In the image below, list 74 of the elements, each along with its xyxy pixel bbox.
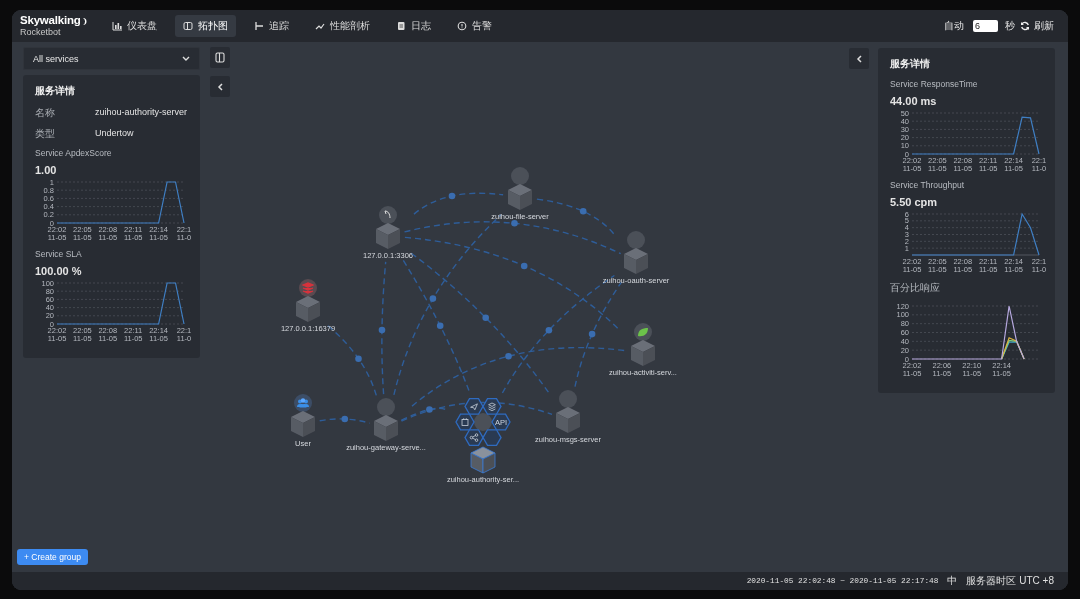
leaf-icon xyxy=(634,323,652,341)
collapse-button[interactable] xyxy=(849,48,869,69)
nav-tab[interactable]: 性能剖析 xyxy=(307,15,378,37)
language-toggle[interactable]: 中 xyxy=(947,574,958,588)
cube-icon[interactable] xyxy=(631,340,655,366)
bar-chart-icon xyxy=(112,21,122,31)
link-line[interactable] xyxy=(319,415,371,424)
refresh-icon xyxy=(1020,21,1030,31)
nav-tab[interactable]: 告警 xyxy=(449,15,500,37)
logo-subtitle: Rocketbot xyxy=(20,27,62,37)
metric-title: Service ApdexScore xyxy=(35,148,113,158)
cube-icon[interactable] xyxy=(624,248,648,274)
cube-icon[interactable] xyxy=(556,407,580,433)
field-label: 类型 xyxy=(35,127,56,140)
alert-icon xyxy=(457,21,467,31)
hexagon-button[interactable] xyxy=(482,397,502,415)
panel-icon xyxy=(215,52,225,63)
cube-icon[interactable] xyxy=(296,296,320,322)
field-value: Undertow xyxy=(95,127,135,140)
circle-icon xyxy=(627,231,645,249)
field-value: zuihou-authority-server xyxy=(95,106,189,119)
toggle-view-button[interactable] xyxy=(210,47,230,68)
branch-icon xyxy=(254,21,264,31)
metric-title: Service Throughput xyxy=(890,180,966,190)
refresh-button[interactable]: 刷新 xyxy=(1020,19,1054,33)
panel-icon xyxy=(183,21,193,31)
metric-value: 1.00 xyxy=(35,164,58,176)
circle-icon xyxy=(559,390,577,408)
select-value: All services xyxy=(33,53,79,64)
circle-icon xyxy=(511,167,529,185)
chevron-left-icon xyxy=(217,82,223,91)
nav-tab[interactable]: 拓扑图 xyxy=(175,15,236,37)
auto-label: 自动 xyxy=(944,19,964,33)
panel-title: 服务详情 xyxy=(35,84,76,98)
link-line[interactable] xyxy=(413,192,504,215)
interval-field[interactable]: 6 xyxy=(973,20,998,32)
metric-title: 百分比响应 xyxy=(890,281,941,295)
hexagon-button[interactable] xyxy=(464,397,484,415)
metric-value: 44.00 ms xyxy=(890,95,938,107)
line-chart-icon xyxy=(315,21,325,31)
chevron-left-icon xyxy=(856,54,862,63)
hexagon-button[interactable] xyxy=(482,429,502,447)
chevron-down-icon xyxy=(182,56,190,61)
panel-title: 服务详情 xyxy=(890,57,931,71)
cube-icon[interactable] xyxy=(374,415,398,441)
hexagon-button[interactable] xyxy=(464,429,484,447)
metric-title: Service ResponseTime xyxy=(890,79,979,89)
cube-icon[interactable] xyxy=(291,411,315,437)
metric-title: Service SLA xyxy=(35,249,83,259)
nav-tab[interactable]: 追踪 xyxy=(246,15,297,37)
field-label: 名称 xyxy=(35,106,56,119)
circle-icon xyxy=(377,398,395,416)
unit-label: 秒 xyxy=(1005,19,1015,33)
link-line[interactable] xyxy=(400,406,448,422)
dolphin-icon xyxy=(379,206,397,224)
metric-value: 100.00 % xyxy=(35,265,83,277)
metric-value: 5.50 cpm xyxy=(890,196,939,208)
link-line[interactable] xyxy=(378,261,387,395)
link-line[interactable] xyxy=(403,220,622,255)
circle-icon xyxy=(474,413,492,431)
users-icon xyxy=(294,394,312,412)
cube-icon[interactable] xyxy=(470,446,496,474)
hexagon-button[interactable] xyxy=(455,413,475,431)
nav-tab[interactable]: 日志 xyxy=(388,15,439,37)
stack-icon xyxy=(299,279,317,297)
document-icon xyxy=(396,21,406,31)
timezone-label: 服务器时区 UTC +8 xyxy=(966,574,1054,588)
logo-text: Skywalking xyxy=(20,15,81,27)
cube-icon[interactable] xyxy=(508,184,532,210)
cube-icon[interactable] xyxy=(376,223,400,249)
link-line[interactable] xyxy=(401,257,470,392)
nav-tab[interactable]: 仪表盘 xyxy=(104,15,165,37)
collapse-button[interactable] xyxy=(210,76,230,97)
service-select[interactable]: All services xyxy=(23,47,200,70)
